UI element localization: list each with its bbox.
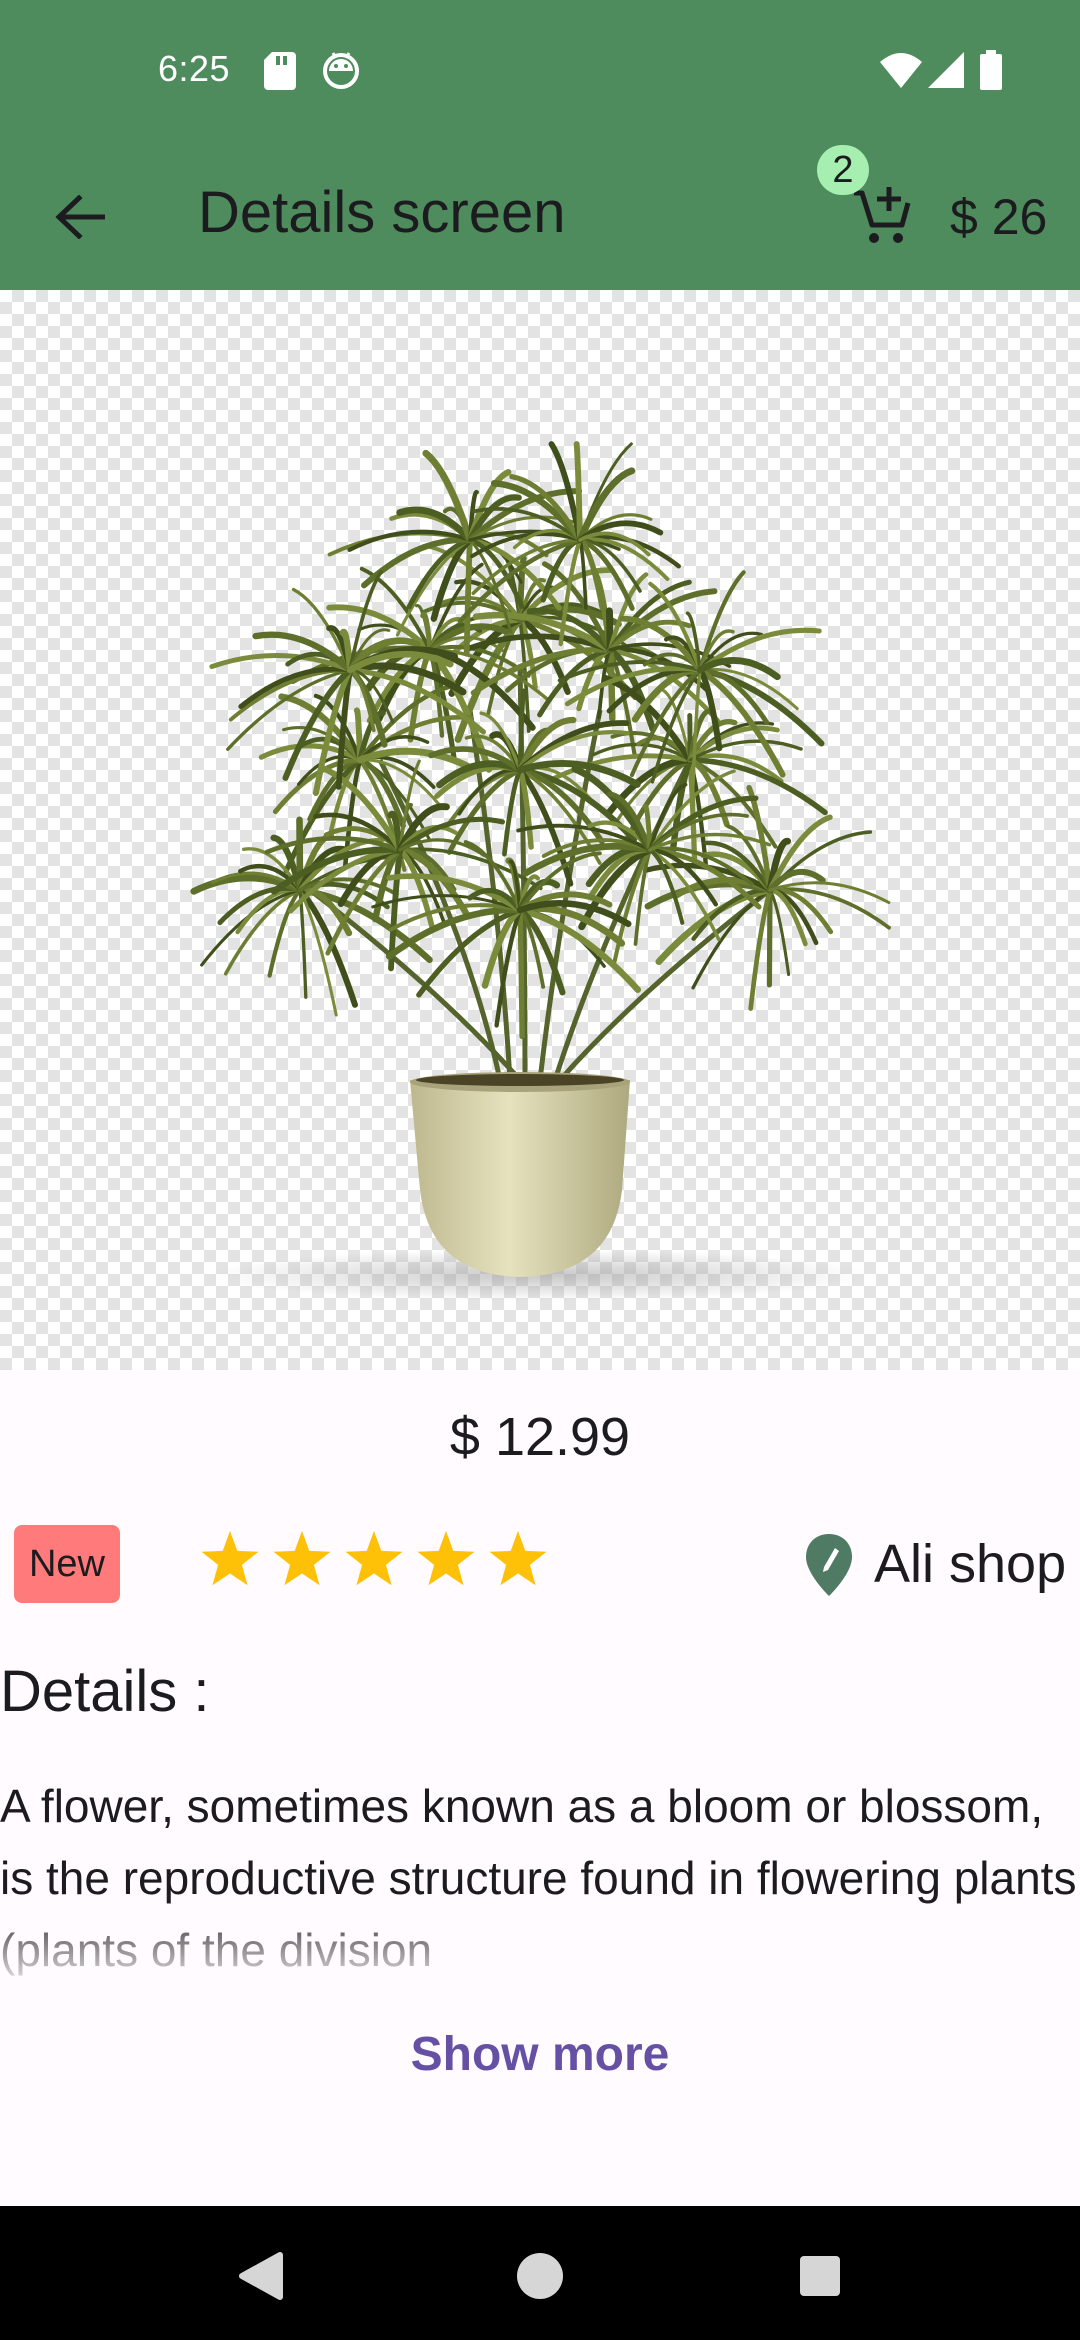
star-icon [345, 1531, 403, 1586]
details-text: A flower, sometimes known as a bloom or … [0, 1780, 1077, 1976]
back-triangle-icon [239, 2252, 283, 2300]
cart-total: $ 26 [950, 189, 1048, 245]
product-price: $ 12.99 [449, 1407, 631, 1467]
palm-frond [296, 816, 304, 894]
palm-frond [766, 887, 773, 988]
arrow-back-icon [55, 195, 105, 239]
nav-recents-button[interactable] [780, 2236, 860, 2316]
palm-frond [463, 537, 473, 657]
palm-frond [502, 767, 523, 857]
cart-count-badge: 2 [817, 145, 869, 195]
location-pin-icon [806, 1534, 852, 1596]
palm-frond [422, 449, 474, 544]
star-icon [417, 1531, 475, 1586]
palm-frond [517, 907, 525, 1040]
rating-stars [200, 1528, 548, 1598]
home-circle-icon [517, 2253, 563, 2299]
battery-icon [980, 50, 1002, 90]
star-icon [273, 1531, 331, 1586]
sd-card-icon [264, 52, 296, 90]
star-icon [489, 1531, 547, 1586]
status-time: 6:25 [158, 48, 231, 89]
details-screen: 6:25 Details screen 2 $ 26 $ 12.99 New A… [0, 0, 1080, 2340]
show-more-button[interactable]: Show more [0, 2020, 1080, 2090]
add-shopping-cart-icon [854, 187, 911, 243]
wifi-icon [880, 53, 922, 88]
status-bar: 6:25 [0, 0, 1080, 145]
product-image [0, 290, 1080, 1370]
potted-palm-plant-image [190, 441, 891, 1301]
nav-home-button[interactable] [500, 2236, 580, 2316]
system-navigation-bar [0, 2206, 1080, 2340]
details-heading: Details : [0, 1659, 210, 1724]
palm-frond [200, 888, 302, 967]
nav-back-button[interactable] [220, 2236, 300, 2316]
palm-frond [298, 888, 308, 999]
shop-name[interactable]: Ali shop [874, 1526, 1066, 1602]
star-icon [201, 1531, 259, 1586]
back-button[interactable] [40, 177, 120, 257]
top-app-bar: Details screen 2 $ 26 [0, 145, 1080, 290]
android-debug-icon [323, 52, 359, 89]
cellular-signal-icon [928, 52, 964, 88]
palm-frond [573, 441, 583, 543]
screen-title: Details screen [198, 180, 566, 245]
new-badge: New [14, 1525, 120, 1603]
recents-square-icon [800, 2256, 840, 2296]
